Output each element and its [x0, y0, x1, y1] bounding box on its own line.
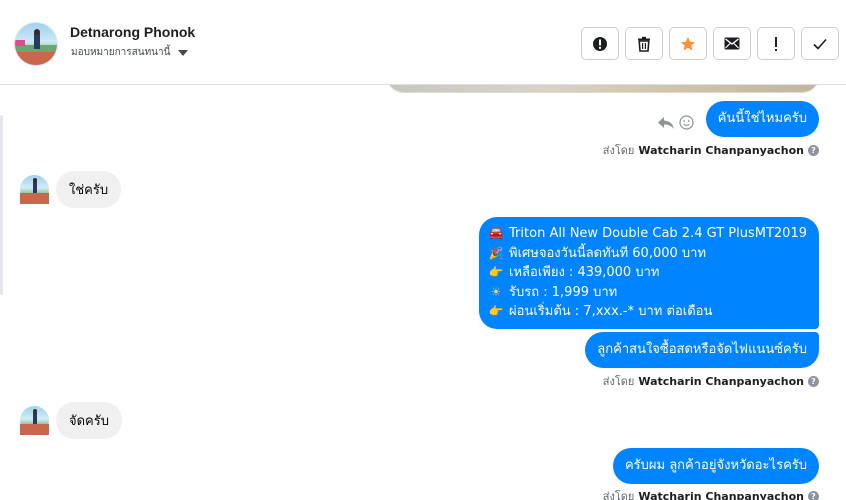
- help-icon[interactable]: ?: [808, 375, 819, 387]
- delete-button[interactable]: [625, 27, 663, 60]
- conversation-actions: [581, 27, 839, 60]
- message-text: ลูกค้าสนใจซื้อสดหรือจัดไฟแนนซ์ครับ: [597, 342, 807, 357]
- contact-name[interactable]: Detnarong Phonok: [70, 24, 195, 40]
- incoming-message[interactable]: ใช่ครับ: [56, 171, 122, 208]
- help-icon[interactable]: ?: [808, 144, 819, 156]
- sun-icon: ☀: [490, 284, 502, 299]
- sent-by-label: ส่งโดย Watcharin Chanpanyachon ?: [603, 487, 819, 500]
- message-text: ครับผม ลูกค้าอยู่จังหวัดอะไรครับ: [624, 458, 807, 473]
- sent-by-prefix: ส่งโดย: [602, 144, 635, 157]
- reply-icon[interactable]: [657, 116, 675, 130]
- contact-avatar-small: [20, 406, 49, 435]
- promo-text: รับรถ : 1,999 บาท: [509, 284, 618, 300]
- contact-avatar-small: [20, 175, 49, 204]
- car-icon: 🚘: [488, 226, 504, 240]
- previous-image-attachment[interactable]: [386, 85, 820, 93]
- trash-icon: [638, 36, 650, 52]
- message-text: คันนี้ใช่ไหมครับ: [717, 111, 807, 126]
- outgoing-message[interactable]: คันนี้ใช่ไหมครับ: [705, 101, 819, 137]
- promo-line: 👉 ผ่อนเริ่มต้น : 7,xxx.-* บาท ต่อเดือน: [489, 302, 807, 322]
- follow-up-button[interactable]: [757, 27, 795, 60]
- thread-scrollbar[interactable]: [0, 115, 3, 295]
- sender-name: Watcharin Chanpanyachon: [638, 489, 804, 500]
- sender-name: Watcharin Chanpanyachon: [638, 143, 804, 157]
- outgoing-message[interactable]: ครับผม ลูกค้าอยู่จังหวัดอะไรครับ: [612, 448, 819, 484]
- party-icon: 🎉: [488, 245, 504, 260]
- follow-up-icon: [775, 36, 777, 51]
- promo-text: พิเศษจองวันนี้ลดทันที 60,000 บาท: [509, 245, 707, 261]
- pointing-icon: 👉: [488, 265, 504, 279]
- promo-line: ☀ รับรถ : 1,999 บาท: [489, 283, 807, 303]
- message-tools: [657, 115, 694, 130]
- sent-by-prefix: ส่งโดย: [602, 490, 635, 500]
- done-icon: [813, 38, 827, 50]
- message-thread[interactable]: คันนี้ใช่ไหมครับ ส่งโดย Watcharin Chanpa…: [0, 85, 846, 500]
- promo-line: 🎉 พิเศษจองวันนี้ลดทันที 60,000 บาท: [489, 244, 807, 264]
- star-button[interactable]: [669, 27, 707, 60]
- contact-avatar[interactable]: [14, 22, 58, 66]
- pointing-icon: 👉: [488, 304, 504, 318]
- mark-done-button[interactable]: [801, 27, 839, 60]
- conversation-header: Detnarong Phonok มอบหมายการสนทนานี้: [0, 0, 846, 85]
- sent-by-label: ส่งโดย Watcharin Chanpanyachon ?: [603, 141, 819, 159]
- incoming-message[interactable]: จัดครับ: [56, 402, 122, 439]
- assign-conversation-dropdown[interactable]: มอบหมายการสนทนานี้: [71, 45, 189, 60]
- sent-by-label: ส่งโดย Watcharin Chanpanyachon ?: [603, 372, 819, 390]
- promo-line: 🚘 Triton All New Double Cab 2.4 GT PlusM…: [489, 224, 807, 244]
- promo-line: 👉 เหลือเพียง : 439,000 บาท: [489, 263, 807, 283]
- mail-icon: [724, 37, 740, 50]
- assign-label: มอบหมายการสนทนานี้: [71, 47, 171, 58]
- promo-text: Triton All New Double Cab 2.4 GT PlusMT2…: [509, 226, 807, 241]
- promo-text: เหลือเพียง : 439,000 บาท: [509, 265, 660, 280]
- outgoing-message[interactable]: ลูกค้าสนใจซื้อสดหรือจัดไฟแนนซ์ครับ: [585, 332, 819, 368]
- sender-name: Watcharin Chanpanyachon: [638, 374, 804, 388]
- message-text: จัดครับ: [69, 414, 109, 429]
- spam-icon: [593, 36, 607, 51]
- smiley-icon[interactable]: [679, 115, 694, 130]
- star-icon: [680, 36, 696, 51]
- help-icon[interactable]: ?: [808, 490, 819, 500]
- promo-text: ผ่อนเริ่มต้น : 7,xxx.-* บาท ต่อเดือน: [509, 304, 713, 319]
- message-text: ใช่ครับ: [69, 183, 109, 198]
- sent-by-prefix: ส่งโดย: [602, 375, 635, 388]
- outgoing-promo-message[interactable]: 🚘 Triton All New Double Cab 2.4 GT PlusM…: [479, 217, 819, 329]
- mark-spam-button[interactable]: [581, 27, 619, 60]
- chevron-down-icon: [178, 50, 189, 56]
- mark-unread-button[interactable]: [713, 27, 751, 60]
